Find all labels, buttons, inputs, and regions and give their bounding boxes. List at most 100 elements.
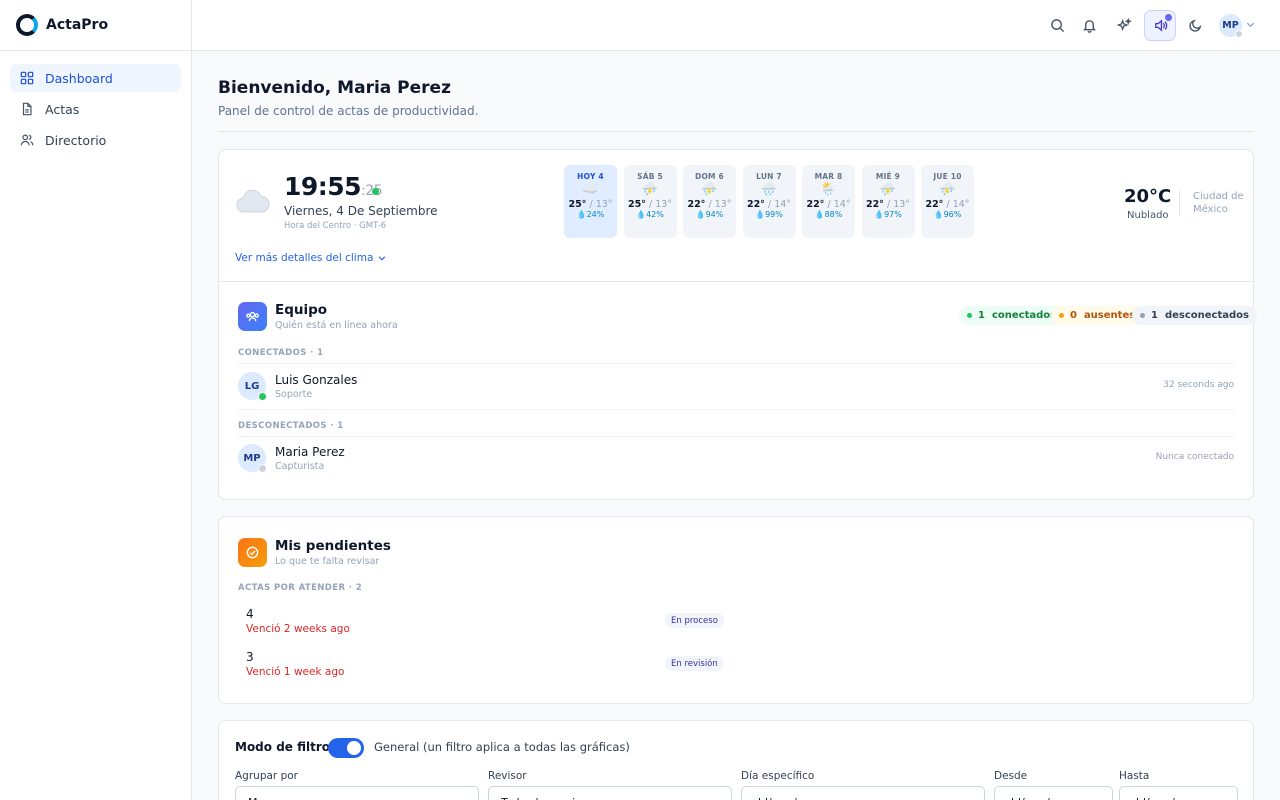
from-date-input[interactable]: dd/mm/aaaa [994, 786, 1113, 800]
forecast-temps: 22° / 13° [683, 199, 736, 210]
forecast-max: 25° [627, 199, 646, 210]
moon-icon [1188, 19, 1201, 32]
forecast-temps: 22° / 14° [743, 199, 796, 210]
badge-label: conectados [991, 310, 1057, 321]
avatar-initials: MP [1222, 20, 1239, 31]
search-button[interactable] [1046, 14, 1068, 36]
presence-dot [1235, 30, 1243, 38]
forecast-temps: 22° / 14° [802, 199, 855, 210]
main-content: Bienvenido, Maria Perez Panel de control… [192, 51, 1280, 800]
forecast-day-name: LUN 7 [756, 172, 782, 181]
weather-details-label: Ver más detalles del clima [235, 252, 374, 264]
sidebar-item-actas[interactable]: Actas [10, 95, 181, 123]
filter-mode-toggle[interactable] [328, 738, 364, 758]
dark-mode-button[interactable] [1184, 14, 1206, 36]
badge-label: desconectados [1164, 310, 1249, 321]
forecast-rain-value: 24% [586, 210, 605, 219]
badge-count: 1 [978, 310, 985, 321]
sound-toggle-button[interactable] [1144, 10, 1176, 41]
grid-icon [20, 71, 34, 85]
divider [238, 436, 1234, 437]
reviewer-label: Revisor [488, 770, 527, 782]
divider [238, 363, 1234, 364]
forecast-day[interactable]: JUE 10 ⛈️ 22° / 14° 💧96% [921, 165, 974, 238]
avatar-initials: MP [243, 452, 261, 464]
forecast-max: 22° [746, 199, 765, 210]
forecast-rain: 💧97% [874, 210, 902, 219]
sidebar-nav: Dashboard Actas Directorio [0, 51, 191, 170]
chevron-down-icon [379, 256, 386, 261]
forecast-rain: 💧99% [755, 210, 783, 219]
forecast-rain: 💧24% [576, 210, 605, 219]
forecast-day-name: MIÉ 9 [875, 172, 901, 181]
weather-team-card: 19:55:25 Viernes, 4 De Septiembre Hora d… [218, 149, 1257, 500]
divider [218, 131, 1254, 132]
forecast-temps: 22° / 13° [862, 199, 915, 210]
connected-count-badge[interactable]: 1 conectados [959, 306, 1065, 325]
last-seen: 32 seconds ago [1163, 380, 1234, 390]
speaker-icon [1154, 19, 1167, 32]
forecast-min: / 13° [589, 199, 613, 210]
forecast-day-name: DOM 6 [695, 172, 724, 181]
sound-active-indicator [1165, 14, 1172, 21]
team-title: Equipo [275, 302, 328, 318]
forecast-rain-value: 94% [705, 210, 724, 219]
pending-title: Mis pendientes [275, 538, 391, 554]
offline-status-dot [258, 464, 267, 473]
chevron-down-icon[interactable] [1245, 19, 1256, 30]
divider [238, 409, 1234, 410]
away-count-badge[interactable]: 0 ausentes [1051, 306, 1144, 325]
sidebar: ActaPro Dashboard Actas Directorio [0, 0, 192, 800]
specific-day-input[interactable]: dd/mm/aaaa [741, 786, 985, 800]
clock-time: 19:55 [284, 172, 362, 201]
forecast-rain-value: 97% [884, 210, 902, 219]
storm-icon: ⛈️ [939, 182, 956, 197]
from-date-label: Desde [994, 770, 1028, 782]
avatar: MP [238, 444, 267, 473]
search-icon [1050, 18, 1064, 32]
forecast-temps: 25° / 13° [564, 199, 617, 210]
to-date-input[interactable]: dd/mm/aaaa [1119, 786, 1238, 800]
user-avatar-button[interactable]: MP [1219, 14, 1243, 38]
last-seen: Nunca conectado [1155, 452, 1234, 462]
forecast-day-name: MAR 8 [814, 172, 843, 181]
online-status-dot [258, 392, 267, 401]
forecast-day[interactable]: DOM 6 ⛈️ 22° / 13° 💧94% [683, 165, 736, 238]
acta-number: 4 [246, 607, 254, 621]
forecast-day[interactable]: SÁB 5 ⛈️ 25° / 13° 💧42% [623, 165, 677, 238]
badge-label: ausentes [1083, 310, 1136, 321]
forecast-day[interactable]: MIÉ 9 ⛈️ 22° / 13° 💧97% [861, 165, 915, 238]
person-name: Maria Perez [275, 445, 345, 459]
status-dot [1059, 313, 1064, 318]
document-icon [22, 102, 32, 116]
forecast-day[interactable]: MAR 8 🌦️ 22° / 14° 💧88% [802, 165, 855, 238]
pending-card: Mis pendientes Lo que te falta revisar A… [218, 516, 1254, 704]
weather-details-link[interactable]: Ver más detalles del clima [235, 252, 387, 264]
storm-icon: ⛈️ [879, 182, 897, 197]
forecast-day-name: HOY 4 [577, 172, 604, 181]
forecast-day[interactable]: LUN 7 🌧️ 22° / 14° 💧99% [742, 165, 796, 238]
sidebar-item-directorio[interactable]: Directorio [10, 126, 181, 154]
forecast-day[interactable]: HOY 4 ☁️ 25° / 13° 💧24% [564, 165, 617, 238]
filter-mode-label: Modo de filtros: [235, 740, 342, 754]
notifications-button[interactable] [1078, 14, 1100, 36]
pending-subtitle: Lo que te falta revisar [275, 556, 380, 567]
connected-group-label: CONECTADOS · 1 [238, 348, 324, 358]
due-status: Venció 1 week ago [246, 666, 345, 678]
divider [219, 281, 1253, 282]
sidebar-item-label: Directorio [45, 132, 107, 148]
badge-count: 0 [1070, 310, 1077, 321]
forecast: HOY 4 ☁️ 25° / 13° 💧24% SÁB 5 ⛈️ 25° / 1… [564, 165, 981, 238]
storm-icon: ⛈️ [701, 182, 718, 197]
forecast-rain: 💧94% [695, 210, 724, 219]
badge-count: 1 [1151, 310, 1158, 321]
sidebar-item-dashboard[interactable]: Dashboard [10, 64, 181, 92]
users-icon [20, 134, 34, 146]
sparkles-icon [1116, 17, 1132, 31]
reviewer-select[interactable]: Todos los revisores [488, 786, 732, 800]
group-by-select[interactable]: Mes [235, 786, 479, 800]
status-dot [967, 313, 972, 318]
brand[interactable]: ActaPro [0, 0, 191, 51]
ai-assistant-button[interactable] [1113, 14, 1135, 36]
disconnected-count-badge[interactable]: 1 desconectados [1132, 306, 1257, 325]
